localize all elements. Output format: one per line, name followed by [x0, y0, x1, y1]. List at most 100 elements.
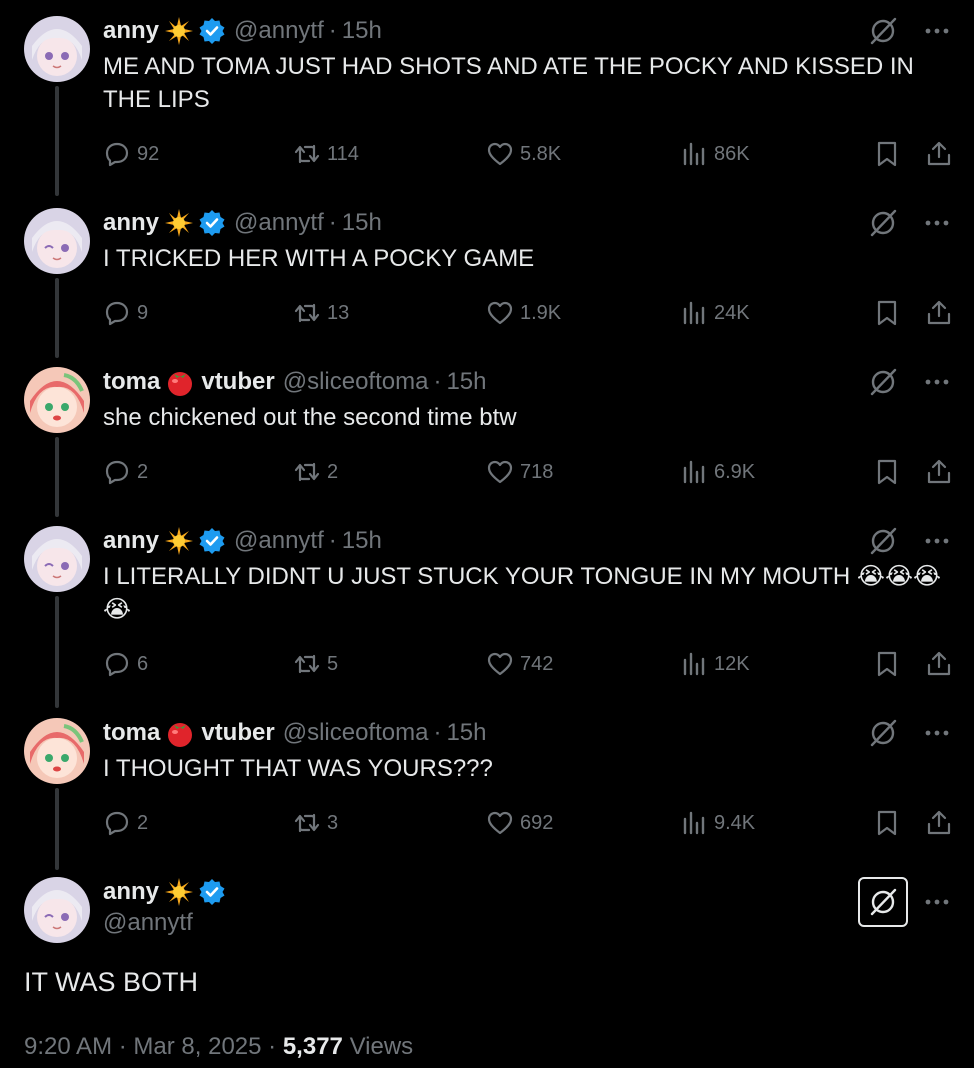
- handle[interactable]: @annytf: [234, 17, 324, 45]
- like-button[interactable]: 742: [486, 649, 553, 679]
- avatar[interactable]: [24, 367, 90, 433]
- share-button[interactable]: [925, 649, 953, 679]
- views-button[interactable]: 86K: [680, 139, 750, 169]
- share-icon: [927, 300, 951, 325]
- more-icon[interactable]: [924, 16, 950, 46]
- handle[interactable]: @annytf: [234, 527, 324, 555]
- bookmark-button[interactable]: [873, 457, 901, 487]
- retweet-button[interactable]: 13: [293, 298, 349, 328]
- handle[interactable]: @annytf: [234, 209, 324, 237]
- handle[interactable]: @annytf: [103, 909, 226, 937]
- display-name[interactable]: anny: [103, 209, 159, 237]
- reply-icon: [105, 460, 129, 485]
- share-icon: [927, 651, 951, 676]
- avatar[interactable]: [24, 877, 90, 943]
- bookmark-icon: [877, 651, 897, 677]
- share-button[interactable]: [925, 808, 953, 838]
- post-date[interactable]: Mar 8, 2025: [133, 1033, 261, 1060]
- grok-icon: [870, 888, 897, 916]
- views-count: 9.4K: [714, 811, 756, 834]
- retweet-button[interactable]: 2: [293, 457, 338, 487]
- views-icon: [683, 142, 705, 166]
- grok-button[interactable]: [858, 877, 908, 927]
- grok-icon[interactable]: [868, 526, 898, 556]
- avatar[interactable]: [24, 16, 90, 82]
- reply-button[interactable]: 6: [103, 649, 148, 679]
- views-count[interactable]: 5,377: [283, 1033, 343, 1060]
- timestamp[interactable]: 15h: [342, 209, 382, 237]
- reply-count: 9: [137, 301, 149, 324]
- reply-icon: [105, 811, 129, 836]
- thread-connector: [55, 788, 59, 870]
- retweet-icon: [294, 462, 320, 482]
- tweet[interactable]: anny @annytf · 15h I LITERALLY DIDNT U J…: [0, 526, 974, 708]
- timestamp[interactable]: 15h: [342, 527, 382, 555]
- tweet[interactable]: anny @annytf · 15h I TRICKED HER WITH A …: [0, 208, 974, 358]
- like-icon: [487, 142, 513, 166]
- handle[interactable]: @sliceoftoma: [283, 368, 429, 396]
- views-count: 12K: [714, 652, 750, 675]
- display-name[interactable]: anny: [103, 17, 159, 45]
- views-label: Views: [349, 1033, 414, 1060]
- like-button[interactable]: 692: [486, 808, 553, 838]
- views-icon: [683, 811, 705, 835]
- more-icon[interactable]: [924, 718, 950, 748]
- bookmark-icon: [877, 459, 897, 485]
- share-button[interactable]: [925, 457, 953, 487]
- bookmark-button[interactable]: [873, 139, 901, 169]
- handle[interactable]: @sliceoftoma: [283, 719, 429, 747]
- like-button[interactable]: 5.8K: [486, 139, 561, 169]
- retweet-button[interactable]: 114: [293, 139, 359, 169]
- sun-icon: [164, 526, 194, 556]
- bookmark-button[interactable]: [873, 808, 901, 838]
- thread: anny @annytf · 15h ME AND TOMA JUST HAD …: [0, 0, 974, 1068]
- display-name[interactable]: anny: [103, 878, 159, 906]
- tweet[interactable]: toma vtuber @sliceoftoma · 15h she chick…: [0, 367, 974, 517]
- display-name-suffix[interactable]: vtuber: [201, 368, 274, 396]
- like-button[interactable]: 718: [486, 457, 553, 487]
- retweet-button[interactable]: 3: [293, 808, 338, 838]
- post-time[interactable]: 9:20 AM: [24, 1033, 112, 1060]
- display-name[interactable]: anny: [103, 527, 159, 555]
- more-icon[interactable]: [924, 208, 950, 238]
- like-icon: [487, 301, 513, 325]
- avatar[interactable]: [24, 526, 90, 592]
- views-button[interactable]: 6.9K: [680, 457, 755, 487]
- separator: ·: [328, 209, 337, 236]
- reply-count: 2: [137, 460, 149, 483]
- reply-button[interactable]: 9: [103, 298, 148, 328]
- views-button[interactable]: 9.4K: [680, 808, 755, 838]
- grok-icon[interactable]: [868, 718, 898, 748]
- more-icon[interactable]: [924, 887, 950, 917]
- bookmark-button[interactable]: [873, 298, 901, 328]
- grok-icon[interactable]: [868, 16, 898, 46]
- timestamp[interactable]: 15h: [446, 368, 486, 396]
- verified-badge-icon: [198, 878, 226, 906]
- grok-icon[interactable]: [868, 208, 898, 238]
- avatar-column: [24, 367, 90, 517]
- tweet-text: I TRICKED HER WITH A POCKY GAME: [103, 245, 535, 272]
- like-button[interactable]: 1.9K: [486, 298, 561, 328]
- avatar[interactable]: [24, 208, 90, 274]
- display-name[interactable]: toma: [103, 368, 160, 396]
- avatar[interactable]: [24, 718, 90, 784]
- views-button[interactable]: 12K: [680, 649, 750, 679]
- timestamp[interactable]: 15h: [342, 17, 382, 45]
- bookmark-button[interactable]: [873, 649, 901, 679]
- tweet[interactable]: toma vtuber @sliceoftoma · 15h I THOUGHT…: [0, 718, 974, 870]
- reply-button[interactable]: 2: [103, 457, 148, 487]
- focal-tweet[interactable]: anny @annytf IT WAS BOTH 9:20 AM · Mar 8…: [0, 877, 974, 1068]
- display-name-suffix[interactable]: vtuber: [201, 719, 274, 747]
- grok-icon[interactable]: [868, 367, 898, 397]
- timestamp[interactable]: 15h: [446, 719, 486, 747]
- share-button[interactable]: [925, 139, 953, 169]
- reply-button[interactable]: 2: [103, 808, 148, 838]
- tweet[interactable]: anny @annytf · 15h ME AND TOMA JUST HAD …: [0, 16, 974, 196]
- retweet-button[interactable]: 5: [293, 649, 338, 679]
- display-name[interactable]: toma: [103, 719, 160, 747]
- reply-button[interactable]: 92: [103, 139, 159, 169]
- more-icon[interactable]: [924, 367, 950, 397]
- share-button[interactable]: [925, 298, 953, 328]
- more-icon[interactable]: [924, 526, 950, 556]
- views-button[interactable]: 24K: [680, 298, 750, 328]
